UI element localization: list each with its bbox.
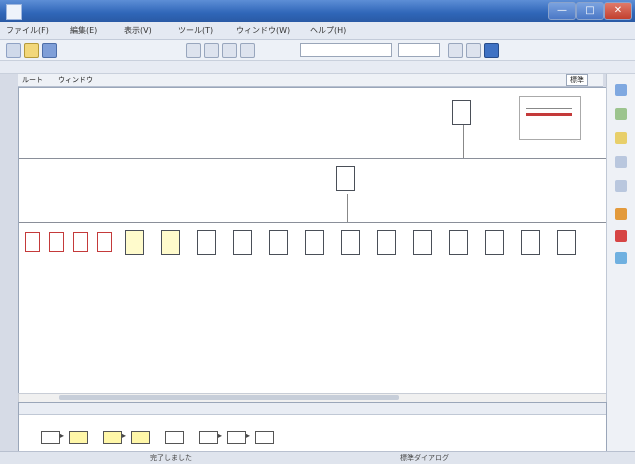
size-combo[interactable]	[398, 43, 440, 57]
level-divider	[19, 158, 606, 159]
child-node[interactable]	[233, 230, 252, 255]
flow-step[interactable]	[227, 431, 246, 444]
copy-icon[interactable]	[240, 43, 255, 58]
bold-icon[interactable]	[448, 43, 463, 58]
form-node[interactable]	[336, 166, 355, 191]
flow-step[interactable]	[103, 431, 122, 444]
minimize-button[interactable]: —	[548, 2, 576, 20]
child-node[interactable]	[377, 230, 396, 255]
connector	[347, 194, 348, 222]
redo-icon[interactable]	[204, 43, 219, 58]
child-node[interactable]	[161, 230, 180, 255]
child-node[interactable]	[521, 230, 540, 255]
status-mode: 標準ダイアログ	[400, 454, 449, 462]
view-combo[interactable]: 標準	[566, 74, 588, 86]
close-button[interactable]: ✕	[604, 2, 632, 20]
app-icon	[6, 4, 22, 20]
child-node[interactable]	[25, 232, 40, 252]
menu-window[interactable]: ウィンドウ(W)	[236, 25, 290, 36]
panel-icon[interactable]	[615, 156, 627, 168]
menu-file[interactable]: ファイル(F)	[6, 25, 49, 36]
panel-icon[interactable]	[615, 108, 627, 120]
panel-icon[interactable]	[615, 252, 627, 264]
flow-step[interactable]	[255, 431, 274, 444]
tab-root[interactable]: ルート	[22, 75, 43, 85]
panel-icon[interactable]	[615, 180, 627, 192]
italic-icon[interactable]	[466, 43, 481, 58]
title-bar: — □ ✕	[0, 0, 635, 22]
child-node[interactable]	[449, 230, 468, 255]
connector	[463, 125, 464, 158]
status-text: 完了しました	[150, 454, 192, 462]
tab-bar: ルート ウィンドウ 標準	[18, 74, 603, 87]
child-node[interactable]	[49, 232, 64, 252]
toolbar	[0, 40, 635, 61]
flow-panel: ▸ ▸ ▸ ▸	[18, 402, 607, 452]
panel-icon[interactable]	[615, 208, 627, 220]
menu-tools[interactable]: ツール(T)	[178, 25, 213, 36]
cut-icon[interactable]	[222, 43, 237, 58]
scroll-thumb[interactable]	[59, 395, 399, 400]
flow-panel-header	[19, 403, 606, 415]
flow-step[interactable]	[69, 431, 88, 444]
child-node[interactable]	[125, 230, 144, 255]
undo-icon[interactable]	[186, 43, 201, 58]
maximize-button[interactable]: □	[576, 2, 604, 20]
child-node[interactable]	[341, 230, 360, 255]
diagram-canvas[interactable]	[18, 87, 607, 395]
overview-thumbnail[interactable]	[519, 96, 581, 140]
font-combo[interactable]	[300, 43, 392, 57]
toolbar-secondary	[0, 61, 635, 74]
child-node[interactable]	[269, 230, 288, 255]
child-node[interactable]	[97, 232, 112, 252]
child-node[interactable]	[485, 230, 504, 255]
child-node[interactable]	[197, 230, 216, 255]
menu-bar: ファイル(F) 編集(E) 表示(V) ツール(T) ウィンドウ(W) ヘルプ(…	[0, 22, 635, 40]
panel-icon[interactable]	[615, 84, 627, 96]
new-icon[interactable]	[6, 43, 21, 58]
flow-step[interactable]	[131, 431, 150, 444]
menu-edit[interactable]: 編集(E)	[70, 25, 97, 36]
menu-view[interactable]: 表示(V)	[124, 25, 152, 36]
window-node[interactable]	[452, 100, 471, 125]
flow-step[interactable]	[165, 431, 184, 444]
child-node[interactable]	[305, 230, 324, 255]
menu-help[interactable]: ヘルプ(H)	[310, 25, 346, 36]
panel-icon[interactable]	[615, 132, 627, 144]
flow-step[interactable]	[199, 431, 218, 444]
child-node[interactable]	[413, 230, 432, 255]
side-toolbar	[606, 74, 635, 452]
tab-window[interactable]: ウィンドウ	[58, 75, 93, 85]
level-divider	[19, 222, 606, 223]
panel-icon[interactable]	[615, 230, 627, 242]
run-icon[interactable]	[484, 43, 499, 58]
child-node[interactable]	[557, 230, 576, 255]
flow-step[interactable]	[41, 431, 60, 444]
open-icon[interactable]	[24, 43, 39, 58]
save-icon[interactable]	[42, 43, 57, 58]
status-bar: 完了しました 標準ダイアログ	[0, 451, 635, 464]
child-node[interactable]	[73, 232, 88, 252]
